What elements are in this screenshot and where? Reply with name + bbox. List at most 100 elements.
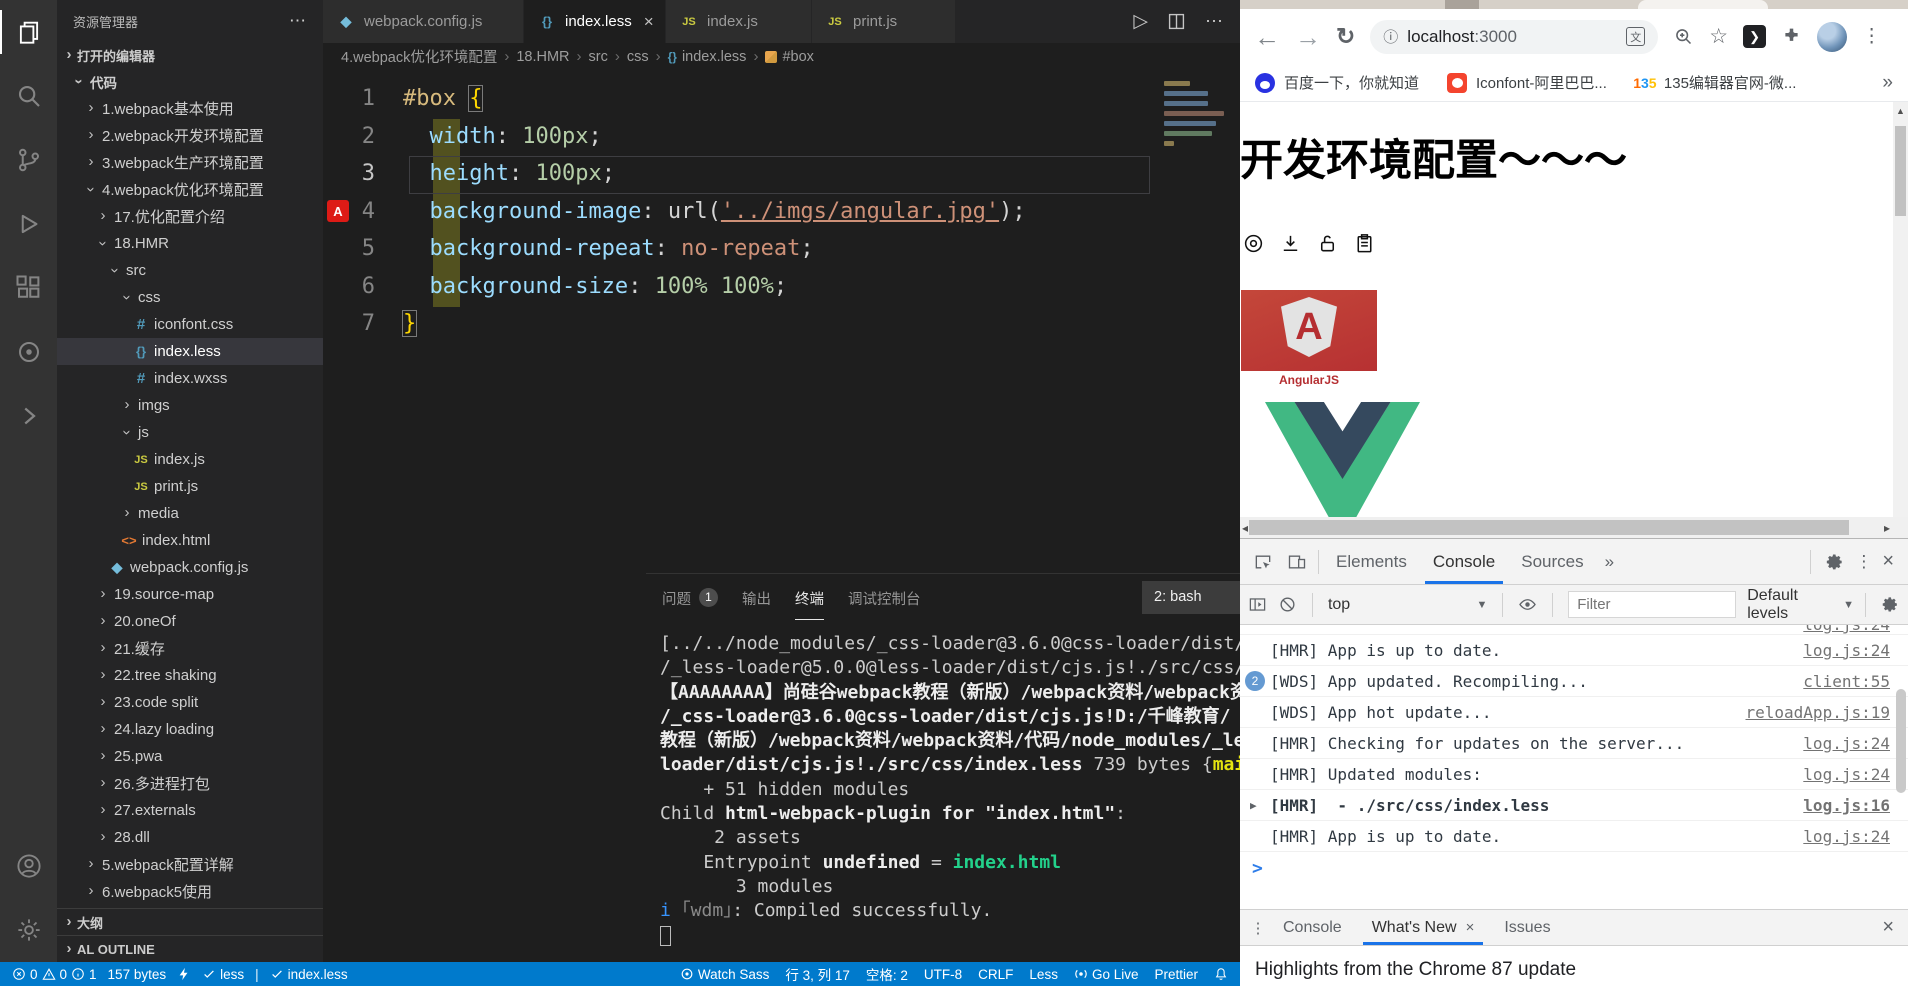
lightning-icon[interactable] [177, 967, 191, 981]
more-actions-icon[interactable]: ⋯ [1205, 11, 1224, 32]
go-live-item[interactable]: Go Live [1074, 967, 1138, 982]
console-message[interactable]: [HMR] Updated modules: log.js:24 [1240, 759, 1908, 790]
tree-item[interactable]: <> index.html [57, 527, 323, 554]
split-editor-icon[interactable] [1168, 13, 1185, 30]
scrollbar-thumb[interactable] [1895, 126, 1906, 216]
tree-item[interactable]: ◆ webpack.config.js [57, 554, 323, 581]
console-message[interactable]: [HMR] Checking for updates on the server… [1240, 728, 1908, 759]
status-item[interactable]: 行 3, 列 17 [785, 964, 850, 984]
tree-item[interactable]: › 27.externals [57, 797, 323, 824]
clear-console-icon[interactable] [1278, 595, 1297, 614]
tree-item[interactable]: › 1.webpack基本使用 [57, 95, 323, 122]
breadcrumb-item[interactable]: css [627, 49, 649, 65]
drawer-close-icon[interactable]: × [1882, 916, 1900, 939]
breadcrumb-item[interactable]: #box [765, 49, 814, 65]
status-item[interactable]: Less [1029, 967, 1058, 982]
bookmarks-overflow-icon[interactable]: » [1882, 72, 1893, 94]
remote-explorer-icon[interactable] [0, 384, 57, 448]
eye-icon[interactable] [1518, 595, 1537, 614]
translate-icon[interactable]: 文 [1626, 27, 1646, 46]
devtools-tab-console[interactable]: Console [1420, 539, 1508, 584]
search-icon[interactable] [0, 64, 57, 128]
live-share-icon[interactable] [0, 320, 57, 384]
inspect-element-icon[interactable] [1246, 552, 1280, 572]
extensions-icon[interactable] [0, 256, 57, 320]
log-levels-selector[interactable]: Default levels ▼ [1747, 587, 1854, 623]
console-context-selector[interactable]: top ▼ [1328, 596, 1487, 614]
breadcrumb-item[interactable]: src [589, 49, 608, 65]
tree-item[interactable]: › 26.多进程打包 [57, 770, 323, 797]
status-check-item[interactable]: less [202, 967, 244, 982]
page-vertical-scrollbar[interactable]: ▲ [1893, 102, 1908, 517]
tree-item[interactable]: › 5.webpack配置详解 [57, 851, 323, 878]
tree-item[interactable]: › imgs [57, 392, 323, 419]
bookmark-star-icon[interactable]: ☆ [1709, 24, 1728, 49]
run-debug-icon[interactable] [0, 192, 57, 256]
panel-tab-终端[interactable]: 终端 [795, 574, 824, 620]
status-item[interactable]: CRLF [978, 967, 1013, 982]
tree-item[interactable]: › 代码 [57, 68, 323, 95]
devtools-menu-icon[interactable]: ⋮ [1855, 552, 1872, 572]
tree-item[interactable]: › css [57, 284, 323, 311]
drawer-menu-icon[interactable]: ⋮ [1248, 919, 1268, 937]
browser-menu-icon[interactable]: ⋮ [1862, 25, 1881, 48]
console-message[interactable]: ▶ [HMR] - ./src/css/index.less log.js:16 [1240, 790, 1908, 821]
source-link[interactable]: log.js:24 [1803, 827, 1890, 846]
reload-icon[interactable]: ↻ [1336, 25, 1355, 48]
breadcrumb-item[interactable]: 4.webpack优化环境配置 [341, 46, 497, 67]
source-control-icon[interactable] [0, 128, 57, 192]
scrollbar-thumb[interactable] [1249, 520, 1849, 535]
settings-gear-icon[interactable] [0, 898, 57, 962]
console-filter-input[interactable] [1568, 591, 1737, 618]
source-link[interactable]: log.js:24 [1803, 625, 1890, 634]
scroll-right-arrow-icon[interactable]: ▸ [1884, 521, 1890, 535]
status-item[interactable]: Prettier [1154, 967, 1198, 982]
console-sidebar-toggle-icon[interactable] [1248, 595, 1267, 614]
forward-icon[interactable]: → [1295, 24, 1321, 50]
console-message[interactable]: log.js:24 [1240, 625, 1908, 635]
source-link[interactable]: reloadApp.js:19 [1746, 703, 1891, 722]
tree-item[interactable]: JS print.js [57, 473, 323, 500]
scroll-left-arrow-icon[interactable]: ◂ [1242, 521, 1248, 535]
tree-item[interactable]: › 28.dll [57, 824, 323, 851]
tree-item[interactable]: › 18.HMR [57, 230, 323, 257]
console-message[interactable]: [HMR] App is up to date. log.js:24 [1240, 635, 1908, 666]
tab-index.js[interactable]: JS index.js [666, 0, 811, 43]
scroll-up-arrow-icon[interactable]: ▲ [1896, 106, 1905, 116]
tree-item[interactable]: › 25.pwa [57, 743, 323, 770]
extension-icon[interactable]: ❯ [1743, 25, 1767, 48]
source-link[interactable]: log.js:24 [1803, 765, 1890, 784]
tree-item[interactable]: › 17.优化配置介绍 [57, 203, 323, 230]
close-tab-icon[interactable]: × [1466, 919, 1475, 936]
console-prompt[interactable]: > [1240, 852, 1908, 884]
drawer-tab-what-s-new[interactable]: What's New × [1357, 910, 1490, 945]
tree-item[interactable]: › 3.webpack生产环境配置 [57, 149, 323, 176]
tab-index.less[interactable]: {} index.less × [524, 0, 665, 43]
panel-tab-问题[interactable]: 问题 1 [662, 574, 718, 620]
console-message[interactable]: [WDS] App hot update... reloadApp.js:19 [1240, 697, 1908, 728]
devtools-tab-elements[interactable]: Elements [1323, 539, 1420, 584]
breadcrumb-item[interactable]: {} index.less [668, 49, 747, 65]
page-horizontal-scrollbar[interactable]: ◂ ▸ [1240, 517, 1908, 538]
tree-item[interactable]: › 19.source-map [57, 581, 323, 608]
tree-item[interactable]: › 20.oneOf [57, 608, 323, 635]
minimap[interactable] [1164, 76, 1230, 151]
outline-section-header[interactable]: › 大纲 [57, 908, 323, 935]
status-item[interactable]: UTF-8 [924, 967, 962, 982]
back-icon[interactable]: ← [1254, 24, 1280, 50]
run-code-icon[interactable]: ▷ [1133, 10, 1148, 33]
tree-item[interactable]: › src [57, 257, 323, 284]
more-actions-icon[interactable]: ⋯ [289, 11, 307, 31]
source-link[interactable]: client:55 [1803, 672, 1890, 691]
tree-item[interactable]: # index.wxss [57, 365, 323, 392]
address-bar[interactable]: ⓘ localhost:3000 文 [1370, 19, 1659, 54]
tree-item[interactable]: # iconfont.css [57, 311, 323, 338]
tree-item[interactable]: › 22.tree shaking [57, 662, 323, 689]
tab-webpack.config.js[interactable]: ◆ webpack.config.js [323, 0, 523, 43]
panel-tab-输出[interactable]: 输出 [742, 574, 771, 620]
tree-item[interactable]: › 6.webpack5使用 [57, 878, 323, 905]
close-tab-icon[interactable]: × [644, 12, 654, 32]
bookmark-item[interactable]: Iconfont-阿里巴巴... [1447, 72, 1607, 93]
source-link[interactable]: log.js:24 [1803, 734, 1890, 753]
bookmark-item[interactable]: 百度一下，你就知道 [1255, 72, 1419, 93]
